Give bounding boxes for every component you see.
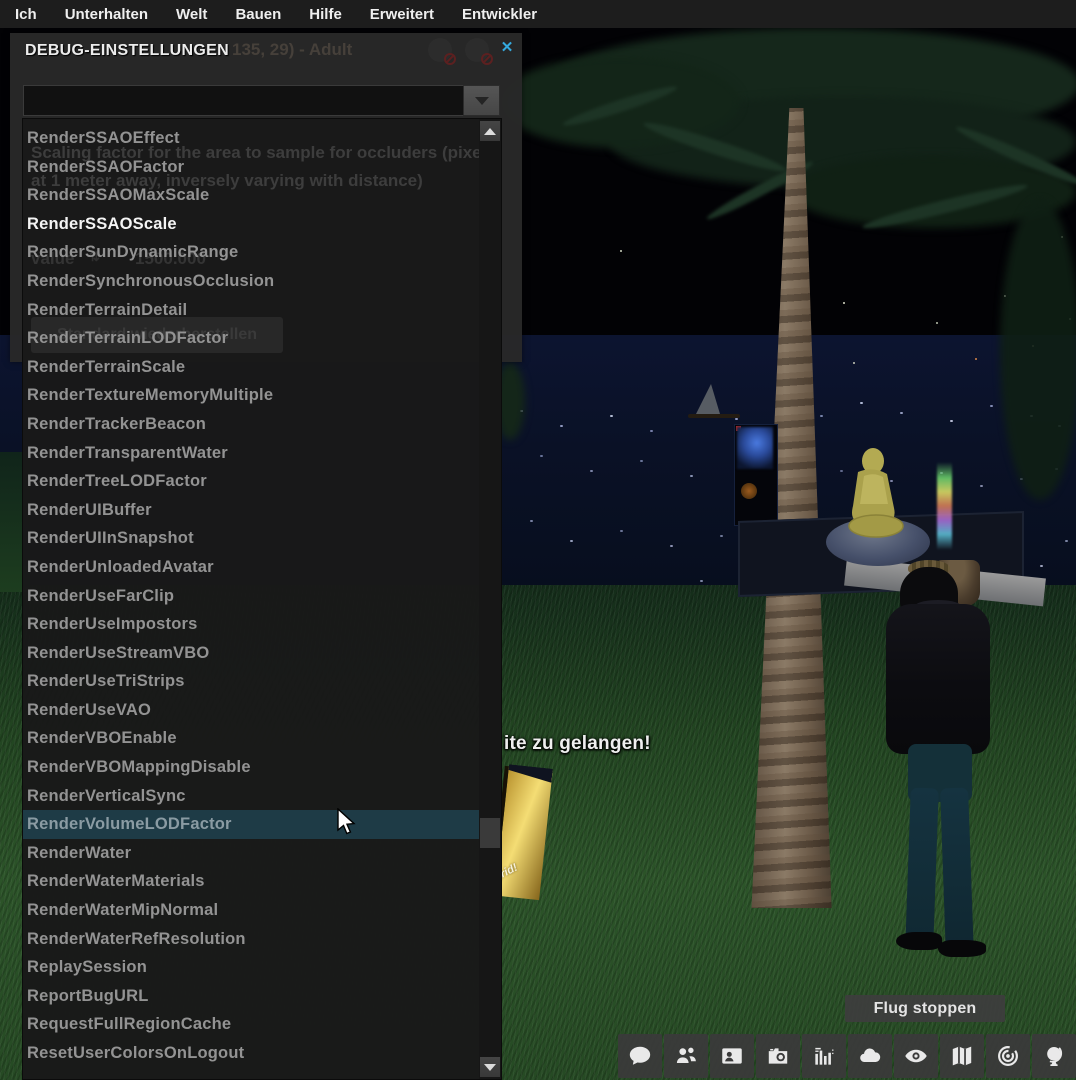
muted-voice-icon [465,38,489,62]
setting-search-input[interactable] [23,85,463,116]
settings-dropdown-list: Scaling factor for the area to sample fo… [22,118,502,1080]
settings-list-item[interactable]: RenderWaterMipNormal [23,896,481,925]
chevron-down-icon [475,97,489,105]
settings-list-item[interactable]: RenderTerrainLODFactor [23,324,481,353]
settings-list-item[interactable]: RenderVolumeLODFactor [23,810,481,839]
triangle-up-icon [484,128,496,135]
settings-list-item[interactable]: RenderUseStreamVBO [23,639,481,668]
settings-list-item[interactable]: RenderTreeLODFactor [23,467,481,496]
menu-item[interactable]: Ich [15,6,37,23]
settings-list-item[interactable]: RenderVBOEnable [23,724,481,753]
screen-blue-art [737,427,773,469]
screen-orange-art [741,483,757,499]
world-map-button[interactable] [1032,1034,1076,1078]
art-display-screen [734,424,778,526]
settings-list-item[interactable]: ReplaySession [23,953,481,982]
buddha-statue [836,446,912,538]
stats-icon [811,1043,837,1069]
settings-list-item[interactable]: RenderSSAOMaxScale [23,181,481,210]
menu-item[interactable]: Welt [176,6,207,23]
settings-list-item[interactable]: RenderUnloadedAvatar [23,553,481,582]
camera-icon [765,1043,791,1069]
list-scrollbar[interactable] [479,119,501,1079]
stop-flying-button[interactable]: Flug stoppen [845,995,1005,1022]
radar-circles-icon [995,1043,1021,1069]
settings-items: RenderSSAOEffectRenderSSAOFactorRenderSS… [23,124,481,1068]
profile-button[interactable] [710,1034,754,1078]
settings-list-item[interactable]: RenderUseTriStrips [23,667,481,696]
avatar-left-leg [905,788,939,949]
settings-list-item[interactable]: RenderUseFarClip [23,582,481,611]
settings-list-item[interactable]: RenderSSAOFactor [23,153,481,182]
close-icon[interactable]: ✕ [499,40,515,56]
people-button[interactable] [664,1034,708,1078]
menu-item[interactable]: Entwickler [462,6,537,23]
settings-list-item[interactable]: RenderTerrainDetail [23,296,481,325]
stats-button[interactable] [802,1034,846,1078]
sailboat-icon [696,384,720,414]
settings-list-item[interactable]: RenderTransparentWater [23,439,481,468]
map-icon [949,1043,975,1069]
cloud-icon [857,1043,883,1069]
avatar [880,560,1030,960]
settings-list-item[interactable]: RenderSynchronousOcclusion [23,267,481,296]
settings-list-item[interactable]: RenderTextureMemoryMultiple [23,381,481,410]
chat-button[interactable] [618,1034,662,1078]
avatar-left-shoe [896,932,942,950]
cloud-button[interactable] [848,1034,892,1078]
people-icon [673,1043,699,1069]
scroll-down-button[interactable] [480,1057,500,1077]
settings-list-item[interactable]: RenderWater [23,839,481,868]
settings-list-item[interactable]: RenderTerrainScale [23,353,481,382]
settings-list-item[interactable]: ResetUserColorsOnLogout [23,1039,481,1068]
menu-item[interactable]: Erweitert [370,6,434,23]
settings-list-item[interactable]: RenderSSAOScale [23,210,481,239]
snapshot-button[interactable] [756,1034,800,1078]
scroll-up-button[interactable] [480,121,500,141]
hover-text: ite zu gelangen! [504,733,651,755]
globe-icon [1041,1043,1067,1069]
menu-item[interactable]: Unterhalten [65,6,148,23]
rainbow-prism-beam [937,462,952,550]
avatar-right-leg [940,788,974,957]
settings-list-item[interactable]: RenderSSAOEffect [23,124,481,153]
settings-list-item[interactable]: RequestFullRegionCache [23,1010,481,1039]
settings-list-item[interactable]: RenderUIInSnapshot [23,524,481,553]
map-button[interactable] [940,1034,984,1078]
floater-title: DEBUG-EINSTELLUNGEN [25,42,229,60]
settings-list-item[interactable]: ReportBugURL [23,982,481,1011]
profile-card-icon [719,1043,745,1069]
minimap-button[interactable] [986,1034,1030,1078]
settings-list-item[interactable]: RenderUIBuffer [23,496,481,525]
setting-search-combo [23,85,500,116]
main-menu-bar: Ich Unterhalten Welt Bauen Hilfe Erweitert Ent… [0,0,1076,28]
combo-dropdown-button[interactable] [463,85,500,116]
sailboat-hull [688,414,740,418]
eye-icon [903,1043,929,1069]
settings-list-item[interactable]: RenderSunDynamicRange [23,238,481,267]
settings-list-item[interactable]: RenderTrackerBeacon [23,410,481,439]
menu-item[interactable]: Hilfe [309,6,342,23]
avatar-hoodie [886,604,990,754]
settings-list-item[interactable]: RenderUseVAO [23,696,481,725]
settings-list-item[interactable]: RenderUseImpostors [23,610,481,639]
triangle-down-icon [484,1064,496,1071]
muted-hexagon-icon [428,38,452,62]
scrollbar-thumb[interactable] [480,818,500,848]
bottom-toolbar [618,1034,1076,1078]
background-location-text: 135, 29) - Adult [232,40,352,60]
chat-icon [627,1043,653,1069]
settings-list-item[interactable]: RenderWaterRefResolution [23,925,481,954]
settings-list-item[interactable]: RenderVerticalSync [23,782,481,811]
camera-view-button[interactable] [894,1034,938,1078]
menu-item[interactable]: Bauen [235,6,281,23]
settings-list-item[interactable]: RenderVBOMappingDisable [23,753,481,782]
settings-list-item[interactable]: RenderWaterMaterials [23,867,481,896]
avatar-right-shoe [938,940,986,957]
